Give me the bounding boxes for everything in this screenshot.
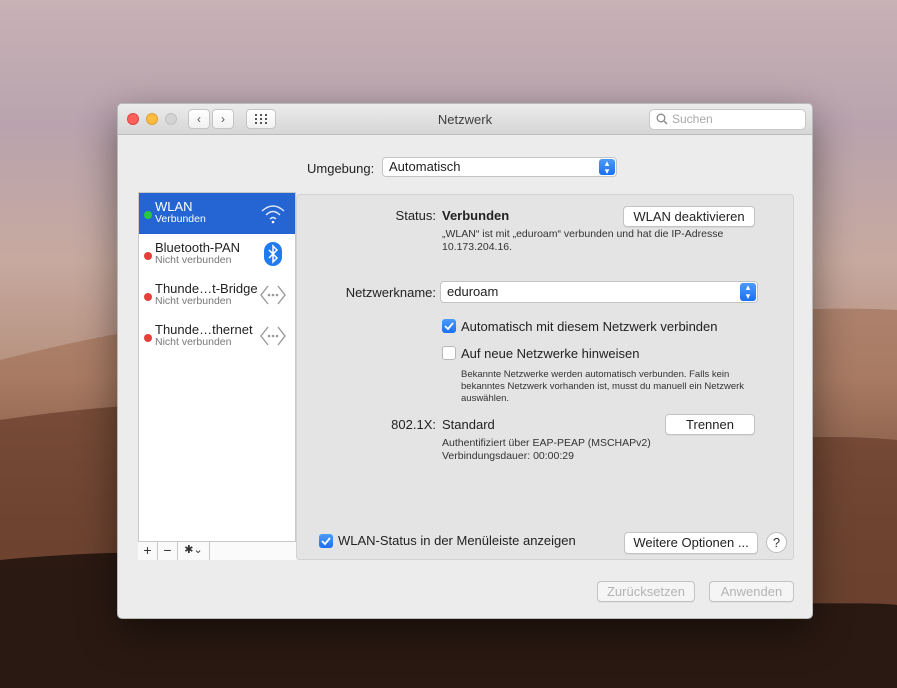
add-service-button[interactable]: + <box>138 542 158 560</box>
status-description-line1: „WLAN“ ist mit „eduroam“ verbunden und h… <box>442 228 724 240</box>
bluetooth-icon <box>264 242 282 266</box>
service-status: Nicht verbunden <box>155 295 232 307</box>
auto-join-checkbox[interactable] <box>442 319 456 333</box>
disconnect-button[interactable]: Trennen <box>665 414 755 435</box>
ask-new-networks-label[interactable]: Auf neue Netzwerke hinweisen <box>461 346 640 361</box>
dot1x-label: 802.1X: <box>391 417 436 432</box>
network-name-value: eduroam <box>447 284 499 299</box>
revert-button[interactable]: Zurücksetzen <box>597 581 695 602</box>
apply-button[interactable]: Anwenden <box>709 581 794 602</box>
status-description-line2: 10.173.204.16. <box>442 241 513 253</box>
title-bar: ‹ › Netzwerk Suchen <box>118 104 812 135</box>
location-label: Umgebung: <box>307 161 375 176</box>
service-name: WLAN <box>155 199 193 214</box>
status-label: Status: <box>395 208 436 223</box>
remove-service-button[interactable]: − <box>158 542 178 560</box>
status-dot <box>144 211 152 219</box>
menubar-status-checkbox[interactable] <box>319 534 333 548</box>
network-preferences-window: ‹ › Netzwerk Suchen Umgebung: Automatisc… <box>117 103 813 619</box>
dot1x-value: Standard <box>442 417 495 432</box>
auto-join-label[interactable]: Automatisch mit diesem Netzwerk verbinde… <box>461 319 718 334</box>
service-status: Nicht verbunden <box>155 254 232 266</box>
ethernet-icon <box>260 285 286 305</box>
advanced-options-button[interactable]: Weitere Optionen ... <box>624 532 758 554</box>
service-status: Verbunden <box>155 213 206 225</box>
service-list-toolbar: + − ✱⌄ <box>138 541 296 560</box>
ethernet-icon <box>260 326 286 346</box>
search-placeholder: Suchen <box>672 112 713 126</box>
service-name: Bluetooth-PAN <box>155 240 241 255</box>
ask-new-desc-line3: auswählen. <box>461 393 510 404</box>
service-item-thunderbolt-bridge[interactable]: Thunde…t-Bridge Nicht verbunden <box>139 275 295 316</box>
search-field[interactable]: Suchen <box>649 109 806 130</box>
service-name: Thunde…t-Bridge <box>155 281 258 296</box>
popup-stepper-icon: ▴ ▾ <box>599 159 615 176</box>
checkmark-icon <box>444 322 454 331</box>
wlan-deactivate-button[interactable]: WLAN deaktivieren <box>623 206 755 227</box>
search-icon <box>656 113 668 125</box>
auth-method: Authentifiziert über EAP-PEAP (MSCHAPv2) <box>442 437 651 449</box>
status-dot <box>144 334 152 342</box>
help-button[interactable]: ? <box>766 532 787 553</box>
wifi-icon <box>261 205 285 224</box>
location-popup[interactable]: Automatisch ▴ ▾ <box>382 157 617 177</box>
network-name-popup[interactable]: eduroam ▴ ▾ <box>440 281 758 303</box>
service-item-bluetooth-pan[interactable]: Bluetooth-PAN Nicht verbunden <box>139 234 295 275</box>
gear-menu-button[interactable]: ✱⌄ <box>178 542 210 560</box>
checkmark-icon <box>321 537 331 546</box>
status-dot <box>144 252 152 260</box>
menubar-status-label[interactable]: WLAN-Status in der Menüleiste anzeigen <box>338 533 576 548</box>
status-value: Verbunden <box>442 208 510 223</box>
service-status: Nicht verbunden <box>155 336 232 348</box>
connection-duration: Verbindungsdauer: 00:00:29 <box>442 450 574 462</box>
service-item-thunderbolt-ethernet[interactable]: Thunde…thernet Nicht verbunden <box>139 316 295 357</box>
ask-new-networks-checkbox[interactable] <box>442 346 456 360</box>
service-name: Thunde…thernet <box>155 322 253 337</box>
network-name-label: Netzwerkname: <box>345 285 436 300</box>
location-value: Automatisch <box>389 159 461 174</box>
service-item-wlan[interactable]: WLAN Verbunden <box>139 193 295 234</box>
popup-stepper-icon: ▴ ▾ <box>740 283 756 301</box>
status-dot <box>144 293 152 301</box>
